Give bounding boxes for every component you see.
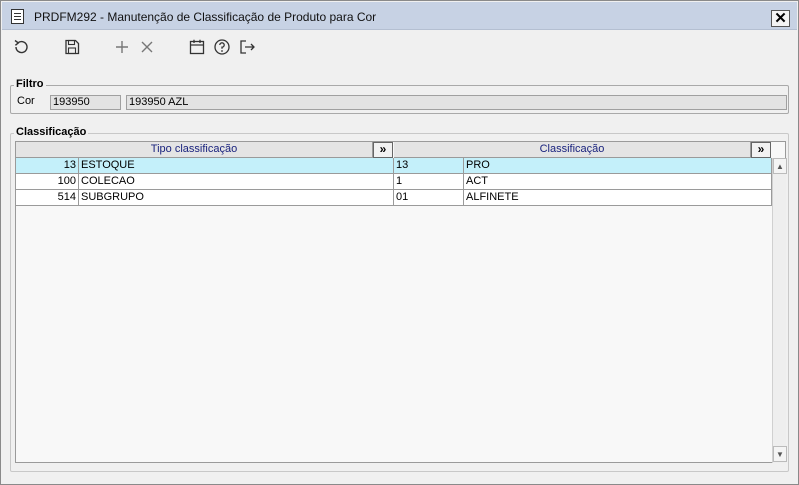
- window-title: PRDFM292 - Manutenção de Classificação d…: [34, 10, 377, 24]
- calendar-icon: [189, 39, 205, 55]
- class-code-cell[interactable]: 1: [394, 174, 464, 190]
- delete-button[interactable]: [137, 37, 157, 57]
- tipo-name-cell[interactable]: ESTOQUE: [79, 158, 394, 174]
- class-name-cell[interactable]: ACT: [464, 174, 772, 190]
- title-bar: PRDFM292 - Manutenção de Classificação d…: [2, 2, 797, 30]
- expand-classificacao-button[interactable]: »: [751, 142, 771, 158]
- save-icon: [65, 39, 80, 55]
- refresh-button[interactable]: [11, 37, 31, 57]
- help-button[interactable]: [212, 37, 232, 57]
- class-name-cell[interactable]: PRO: [464, 158, 772, 174]
- vertical-scrollbar[interactable]: ▲ ▼: [772, 158, 787, 463]
- classification-grid: Tipo classificação » Classificação » 13 …: [15, 141, 787, 463]
- add-icon: [116, 41, 128, 53]
- class-name-cell[interactable]: ALFINETE: [464, 190, 772, 206]
- filter-group: Filtro Cor 193950 193950 AZL: [10, 78, 789, 114]
- refresh-icon: [14, 39, 28, 54]
- help-icon: [214, 39, 230, 55]
- class-code-cell[interactable]: 01: [394, 190, 464, 206]
- exit-icon: [240, 40, 255, 54]
- class-code-cell[interactable]: 13: [394, 158, 464, 174]
- tipo-name-cell[interactable]: COLECAO: [79, 174, 394, 190]
- tipo-name-cell[interactable]: SUBGRUPO: [79, 190, 394, 206]
- save-button[interactable]: [62, 37, 82, 57]
- filter-legend: Filtro: [14, 78, 46, 90]
- table-row[interactable]: 100 COLECAO 1 ACT: [16, 174, 772, 190]
- close-button[interactable]: ✕: [771, 10, 790, 27]
- table-row[interactable]: 13 ESTOQUE 13 PRO: [16, 158, 772, 174]
- toolbar: [2, 31, 797, 63]
- tipo-code-cell[interactable]: 13: [16, 158, 79, 174]
- calendar-button[interactable]: [187, 37, 207, 57]
- column-header-tipo[interactable]: Tipo classificação: [16, 142, 373, 158]
- table-row[interactable]: 514 SUBGRUPO 01 ALFINETE: [16, 190, 772, 206]
- delete-icon: [141, 41, 153, 53]
- column-header-classificacao[interactable]: Classificação: [394, 142, 751, 158]
- color-label: Cor: [17, 95, 35, 107]
- tipo-code-cell[interactable]: 514: [16, 190, 79, 206]
- classification-legend: Classificação: [14, 126, 89, 138]
- color-code-field[interactable]: 193950: [50, 95, 121, 110]
- scroll-down-button[interactable]: ▼: [773, 446, 787, 462]
- main-window: PRDFM292 - Manutenção de Classificação d…: [0, 0, 799, 485]
- document-icon: [11, 9, 24, 24]
- exit-button[interactable]: [237, 37, 257, 57]
- color-description-field: 193950 AZL: [126, 95, 787, 110]
- expand-tipo-button[interactable]: »: [373, 142, 393, 158]
- scroll-up-button[interactable]: ▲: [773, 158, 787, 174]
- tipo-code-cell[interactable]: 100: [16, 174, 79, 190]
- add-button[interactable]: [112, 37, 132, 57]
